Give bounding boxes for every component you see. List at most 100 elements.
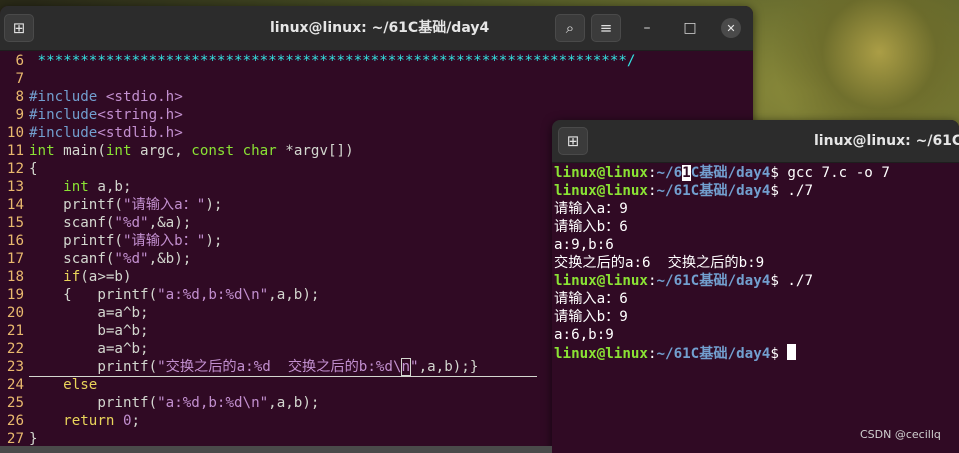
- code-text: int a,b;: [29, 178, 132, 196]
- code-token: a,b;: [88, 179, 132, 195]
- code-text: #include<stdlib.h>: [29, 124, 183, 142]
- code-token: main(: [54, 143, 106, 159]
- prompt-path: ~/61C基础/day4: [656, 273, 771, 289]
- shell-terminal-window[interactable]: ⊞ linux@linux: ~/61C基 linux@linux:~/61C基…: [552, 120, 959, 453]
- terminal-text: 请输入a：9: [554, 201, 628, 217]
- prompt-path: ~/61C基础/day4: [656, 183, 771, 199]
- prompt-path: C基础/day4: [690, 165, 771, 181]
- code-token: ,&b);: [148, 251, 192, 267]
- code-line: 7: [0, 70, 753, 88]
- prompt-user: linux@linux: [554, 165, 648, 181]
- line-number: 18: [6, 269, 24, 285]
- terminal-text: 请输入a：6: [554, 291, 628, 307]
- line-number: 22: [6, 341, 24, 357]
- code-token: scanf(: [29, 215, 115, 231]
- prompt-path: ~/6: [656, 165, 683, 181]
- terminal-line: 请输入b：6: [554, 218, 628, 236]
- code-token: printf(: [29, 395, 158, 411]
- code-text: {: [29, 160, 38, 178]
- code-token: ,a,b);: [268, 395, 320, 411]
- line-number: 13: [6, 179, 24, 195]
- code-token: else: [63, 377, 98, 393]
- prompt-user: linux@linux: [554, 346, 648, 362]
- terminal-text: :: [647, 346, 657, 362]
- terminal-line: a:6,b:9: [554, 326, 614, 344]
- code-token: 0: [122, 413, 132, 429]
- editor-cursor: n: [400, 358, 411, 376]
- terminal-text: 请输入b：6: [554, 219, 628, 235]
- terminal-text: $: [770, 346, 788, 362]
- line-number: 9: [15, 107, 24, 123]
- terminal-text: :: [647, 183, 657, 199]
- line-number: 14: [6, 197, 24, 213]
- code-line: 6 **************************************…: [0, 52, 753, 70]
- code-token: ,&a);: [148, 215, 192, 231]
- code-text: { printf("a:%d,b:%d\n",a,b);: [29, 286, 319, 304]
- line-number: 21: [6, 323, 24, 339]
- code-text: ****************************************…: [29, 52, 636, 70]
- line-number: 25: [6, 395, 24, 411]
- code-line: 8 #include <stdio.h>: [0, 88, 753, 106]
- code-token: b=a^b;: [29, 323, 149, 339]
- terminal-line: linux@linux:~/61C基础/day4$ gcc 7.c -o 7: [554, 164, 890, 182]
- code-token: return: [63, 413, 115, 429]
- code-text: printf("请输入a：");: [29, 196, 222, 214]
- close-icon[interactable]: ✕: [721, 18, 741, 38]
- code-token: "a:%d,b:%d\n": [157, 287, 269, 303]
- line-number: 7: [15, 71, 24, 87]
- code-token: "请输入b：": [122, 233, 206, 249]
- line-number: 12: [6, 161, 24, 177]
- terminal-text: :: [647, 165, 657, 181]
- prompt-user: linux@linux: [554, 273, 648, 289]
- code-token: (a>=b): [80, 269, 132, 285]
- code-token: a=a^b;: [29, 305, 149, 321]
- editor-window-title: linux@linux: ~/61C基础/day4: [270, 20, 490, 36]
- code-token: "交换之后的a:%d 交换之后的b:%d\: [157, 359, 402, 375]
- shell-titlebar[interactable]: ⊞ linux@linux: ~/61C基: [552, 120, 959, 163]
- code-text: int main(int argc, const char *argv[]): [29, 142, 354, 160]
- code-token: ,a,b);}: [418, 359, 479, 375]
- prompt-path: ~/61C基础/day4: [656, 346, 771, 362]
- code-token: char: [242, 143, 277, 159]
- code-token: }: [29, 431, 38, 447]
- shell-window-title: linux@linux: ~/61C基: [814, 133, 959, 149]
- line-number: 17: [6, 251, 24, 267]
- code-text: printf("交换之后的a:%d 交换之后的b:%d\n",a,b);}: [29, 358, 478, 376]
- line-number: 23: [6, 359, 24, 375]
- shell-output-area[interactable]: linux@linux:~/61C基础/day4$ gcc 7.c -o 7 li…: [552, 162, 959, 453]
- minimize-icon[interactable]: –: [634, 14, 660, 42]
- code-text: #include<string.h>: [29, 106, 183, 124]
- code-token: );: [205, 197, 223, 213]
- editor-titlebar[interactable]: ⊞ linux@linux: ~/61C基础/day4 ⌕ ≡ – □ ✕: [0, 6, 753, 51]
- terminal-text: $ ./7: [770, 273, 814, 289]
- code-token: int: [63, 179, 89, 195]
- terminal-line: 请输入b：9: [554, 308, 628, 326]
- code-text: printf("请输入b：");: [29, 232, 222, 250]
- terminal-cursor: [787, 344, 797, 360]
- editor-status-strip: [0, 446, 552, 453]
- maximize-icon[interactable]: □: [677, 14, 703, 42]
- terminal-text: a:9,b:6: [554, 237, 614, 253]
- code-token: "%d": [114, 251, 149, 267]
- code-token: argc,: [131, 143, 192, 159]
- code-token: "%d": [114, 215, 149, 231]
- terminal-line: linux@linux:~/61C基础/day4$: [554, 344, 797, 362]
- prompt-user: linux@linux: [554, 183, 648, 199]
- terminal-text: $ gcc 7.c -o 7: [770, 165, 890, 181]
- terminal-text: a:6,b:9: [554, 327, 614, 343]
- code-text: return 0;: [29, 412, 140, 430]
- line-number: 24: [6, 377, 24, 393]
- terminal-line: linux@linux:~/61C基础/day4$ ./7: [554, 272, 813, 290]
- code-text: scanf("%d",&b);: [29, 250, 191, 268]
- terminal-line: 请输入a：9: [554, 200, 628, 218]
- new-tab-icon[interactable]: ⊞: [558, 127, 588, 155]
- search-icon[interactable]: ⌕: [555, 14, 585, 42]
- line-number: 6: [15, 53, 24, 69]
- code-token: printf(: [29, 197, 123, 213]
- new-tab-icon[interactable]: ⊞: [4, 14, 34, 42]
- hamburger-menu-icon[interactable]: ≡: [591, 14, 621, 42]
